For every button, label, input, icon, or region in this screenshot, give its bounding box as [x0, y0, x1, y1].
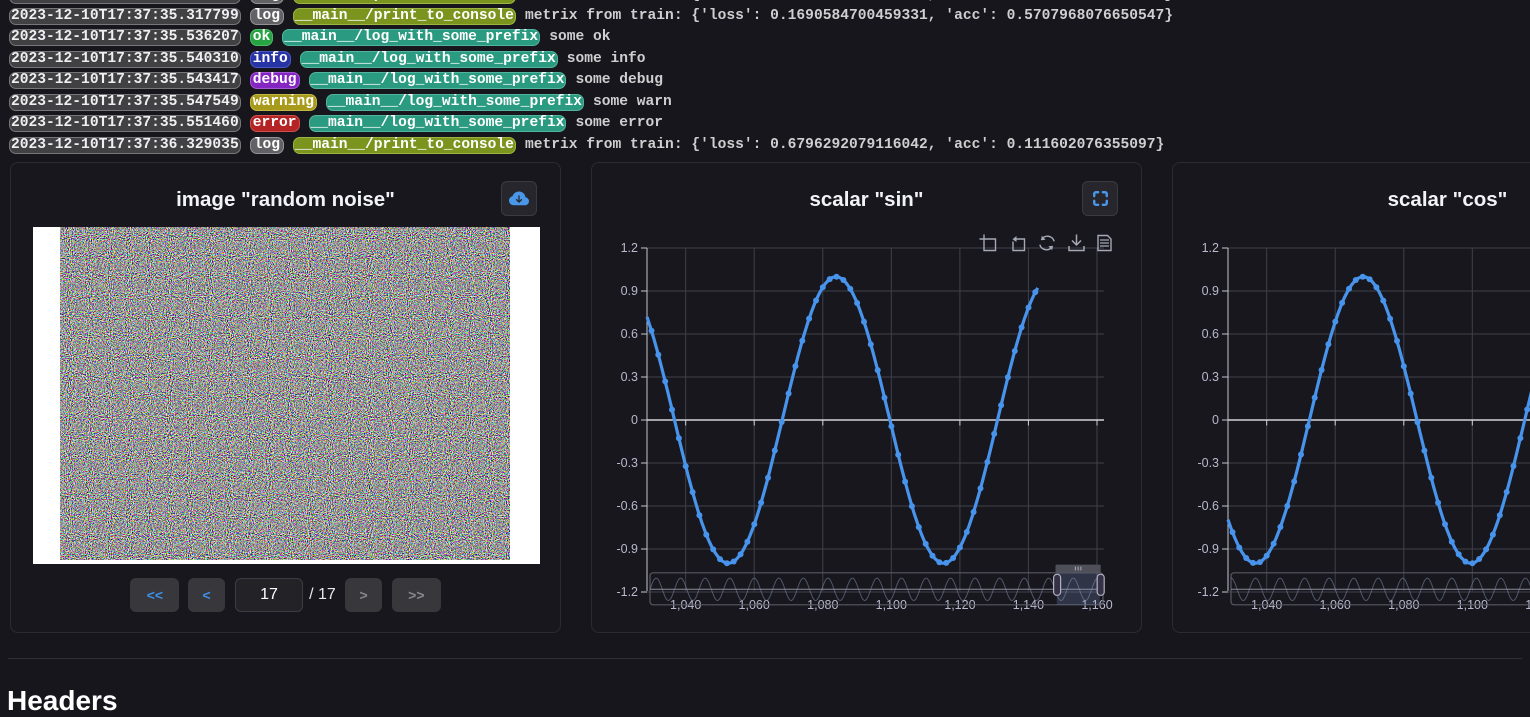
svg-text:-1.2: -1.2 [616, 585, 638, 599]
svg-text:-0.6: -0.6 [616, 499, 638, 513]
svg-text:0: 0 [631, 413, 638, 427]
svg-text:0.9: 0.9 [621, 284, 638, 298]
svg-text:-1.2: -1.2 [1197, 585, 1219, 599]
svg-text:0.6: 0.6 [621, 327, 638, 341]
svg-text:0.3: 0.3 [1202, 370, 1219, 384]
svg-text:1.2: 1.2 [1202, 241, 1219, 255]
svg-text:-0.3: -0.3 [616, 456, 638, 470]
svg-text:0: 0 [1212, 413, 1219, 427]
svg-text:0.6: 0.6 [1202, 327, 1219, 341]
svg-text:0.9: 0.9 [1202, 284, 1219, 298]
svg-text:-0.9: -0.9 [1197, 542, 1219, 556]
svg-text:1.2: 1.2 [621, 241, 638, 255]
svg-text:-0.6: -0.6 [1197, 499, 1219, 513]
svg-text:-0.9: -0.9 [616, 542, 638, 556]
svg-text:-0.3: -0.3 [1197, 456, 1219, 470]
svg-text:0.3: 0.3 [621, 370, 638, 384]
